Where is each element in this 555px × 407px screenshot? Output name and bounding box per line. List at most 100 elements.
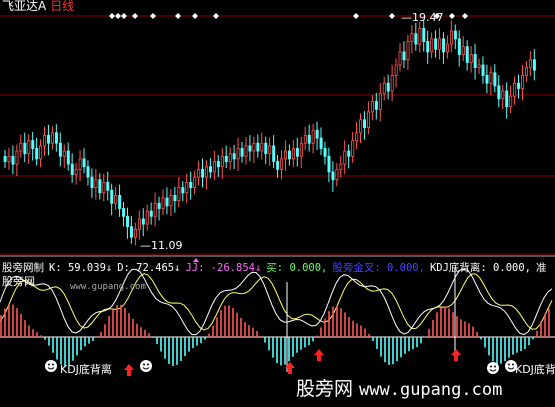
- candle-body: [473, 54, 477, 68]
- candle-body: [62, 150, 66, 157]
- candle-body: [7, 155, 11, 162]
- candle-body: [205, 166, 209, 178]
- candle-body: [240, 148, 244, 157]
- candle-body: [276, 161, 280, 170]
- candle-body: [54, 132, 58, 144]
- candle-body: [153, 202, 157, 217]
- candle-body: [509, 95, 513, 108]
- candle-body: [220, 155, 224, 168]
- candle-body: [303, 135, 307, 144]
- signal-marker: [213, 13, 219, 19]
- candle-body: [378, 93, 382, 110]
- candle-body: [327, 155, 331, 173]
- high-price-value: 19.47: [412, 11, 444, 24]
- smiley-icon: [487, 362, 499, 374]
- candle-body: [422, 28, 426, 42]
- candle-body: [90, 176, 94, 188]
- candle-body: [169, 195, 173, 207]
- candle-body: [284, 150, 288, 160]
- candle-body: [252, 142, 256, 152]
- site-watermark-small: www.gupang.com: [70, 282, 146, 292]
- candle-body: [149, 210, 153, 217]
- stock-name: 飞亚达A: [2, 0, 47, 13]
- candle-body: [39, 145, 43, 160]
- candle-body: [481, 64, 485, 76]
- candle-body: [228, 153, 232, 162]
- candle-body: [201, 168, 205, 178]
- candle-body: [343, 150, 347, 165]
- candle-body: [102, 181, 106, 194]
- smiley-eye: [143, 363, 145, 366]
- signal-marker: [150, 13, 156, 19]
- signal-marker: [121, 13, 127, 19]
- candle-body: [43, 135, 47, 147]
- signal-marker: [175, 13, 181, 19]
- divergence-value: KDJ底背离: 0.000,: [429, 262, 531, 274]
- candle-body: [106, 181, 110, 191]
- candle-body: [74, 168, 78, 175]
- candle-body: [355, 132, 359, 142]
- low-price-label: —11.09: [140, 239, 183, 252]
- candle-body: [66, 150, 70, 165]
- candle-body: [260, 142, 264, 152]
- candle-body: [78, 158, 82, 170]
- candle-body: [461, 46, 465, 55]
- candle-body: [445, 43, 449, 53]
- candle-body: [331, 171, 335, 181]
- smiley-eye: [48, 363, 50, 366]
- candle-body: [118, 195, 122, 209]
- candle-body: [465, 46, 469, 63]
- candle-body: [414, 33, 418, 45]
- candle-body: [453, 30, 457, 40]
- candle-body: [110, 189, 114, 204]
- low-price-value: 11.09: [151, 239, 183, 252]
- candle-body: [410, 33, 414, 42]
- signal-marker: [353, 13, 359, 19]
- candle-body: [311, 129, 315, 144]
- candle-body: [82, 158, 86, 168]
- candle-body: [347, 150, 351, 157]
- candle-body: [442, 38, 446, 53]
- signal-marker: [389, 13, 395, 19]
- candle-body: [501, 90, 505, 100]
- candle-body: [173, 195, 177, 202]
- candle-body: [280, 158, 284, 170]
- high-price-label: —19.47: [401, 11, 444, 24]
- candle-body: [532, 59, 536, 71]
- candle-body: [359, 119, 363, 134]
- candle-body: [212, 161, 216, 173]
- candle-body: [402, 51, 406, 61]
- candle-body: [390, 75, 394, 92]
- candle-body: [287, 150, 291, 160]
- d-value: D: 72.465↓: [117, 262, 181, 274]
- watermark-cn: 股旁网: [296, 378, 354, 400]
- candle-body: [236, 148, 240, 160]
- smiley-eye: [508, 363, 510, 366]
- smiley-eye: [512, 363, 514, 366]
- indicator-values: 股旁网制 K: 59.039↓ D: 72.465↓ JJ: -26.854↓ 买: 0…: [2, 262, 552, 274]
- candle-body: [70, 163, 74, 175]
- signal-label-right: KDJ底背: [515, 363, 555, 376]
- signal-marker: [115, 13, 121, 19]
- candle-body: [86, 166, 90, 178]
- candle-body: [58, 142, 62, 157]
- candle-body: [244, 145, 248, 157]
- price-chart: [0, 13, 555, 376]
- candle-body: [232, 153, 236, 160]
- candle-body: [193, 176, 197, 188]
- candle-body: [94, 179, 98, 188]
- candle-body: [370, 101, 374, 113]
- candle-body: [382, 82, 386, 95]
- candle-body: [517, 82, 521, 89]
- candle-body: [449, 30, 453, 45]
- signal-marker: [109, 13, 115, 19]
- bottom-watermark: 股旁网 www.gupang.com: [296, 378, 502, 401]
- candle-body: [438, 38, 442, 50]
- signal-marker: [132, 13, 138, 19]
- candle-body: [394, 64, 398, 76]
- signal-marker: [462, 13, 468, 19]
- candle-body: [208, 166, 212, 173]
- candle-body: [319, 137, 323, 149]
- candle-body: [114, 195, 118, 204]
- candle-body: [418, 28, 422, 45]
